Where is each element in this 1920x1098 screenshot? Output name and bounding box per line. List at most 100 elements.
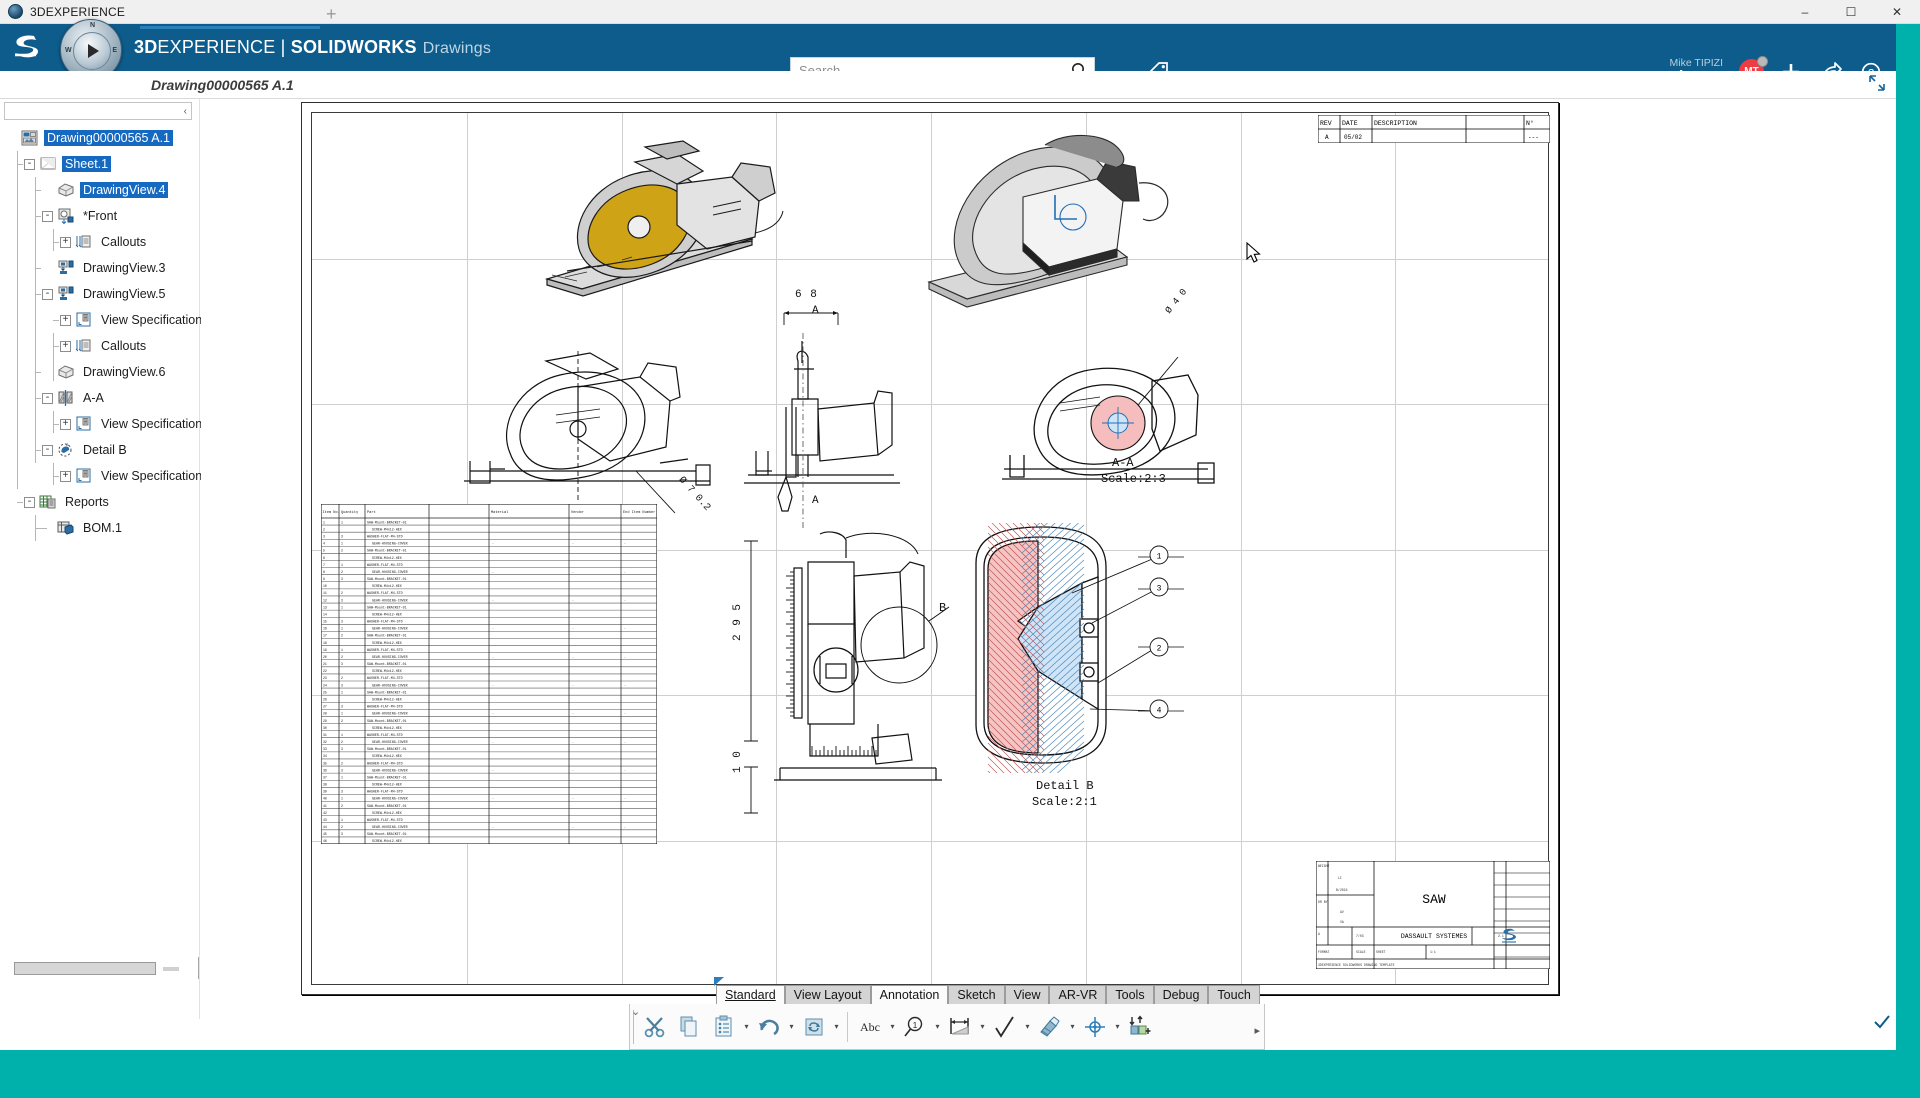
- minimize-button[interactable]: –: [1782, 0, 1828, 24]
- tree-expand-toggle[interactable]: +: [60, 314, 71, 326]
- 3dexperience-compass[interactable]: N S W E: [52, 19, 128, 81]
- tree-hscroll-right[interactable]: [163, 967, 179, 971]
- hatch-fill-button[interactable]: [1033, 1007, 1067, 1047]
- view-3d-icon: [56, 364, 75, 381]
- tree-connector: [35, 177, 36, 463]
- dassault-systemes-logo-icon[interactable]: [0, 24, 52, 71]
- tree-node-sheet-1[interactable]: - Sheet.1: [0, 151, 200, 177]
- bom-cell-part: SCREW-M4x12-HEX: [372, 669, 402, 673]
- tab-drawing00000565[interactable]: Drawing00000565 A.1: [135, 71, 310, 99]
- drawing-view-6-isometric-saw-rear[interactable]: [927, 127, 1172, 327]
- tree-hscroll-thumb[interactable]: [14, 962, 156, 975]
- tree-node-a-a[interactable]: - A-A: [0, 385, 200, 411]
- title-block[interactable]: SAW DASSAULT SYSTEMES WEIGHT LI B/2024 D…: [1316, 861, 1550, 969]
- drawing-canvas[interactable]: REV DATE DESCRIPTION N° A 05/02 --- Ø 7 …: [201, 99, 1896, 999]
- dropdown-arrow-icon[interactable]: ▾: [741, 1007, 752, 1047]
- tree-search-bar[interactable]: ‹: [4, 102, 192, 120]
- command-bar-collapse-icon[interactable]: ⌄: [631, 1005, 640, 1018]
- bom-cell-part: WASHER-FLAT-M4-STD: [367, 591, 403, 595]
- command-tab-label: Annotation: [879, 988, 940, 1002]
- tree-node-view-specification[interactable]: + View Specification: [0, 463, 202, 489]
- command-tab-debug[interactable]: Debug: [1153, 985, 1209, 1004]
- command-tab-label: AR-VR: [1058, 988, 1098, 1002]
- tree-collapse-toggle[interactable]: -: [42, 288, 53, 300]
- tree-node-detail-b[interactable]: - A Detail B: [0, 437, 200, 463]
- bom-cell-item: 30: [323, 726, 327, 730]
- cut-button[interactable]: [639, 1007, 673, 1047]
- maximize-button[interactable]: ☐: [1828, 0, 1874, 24]
- undo-button[interactable]: [752, 1007, 786, 1047]
- bom-cell-extra: -: [492, 712, 494, 716]
- rebuild-button[interactable]: [797, 1007, 831, 1047]
- callouts-icon: [74, 234, 93, 251]
- dropdown-arrow-icon[interactable]: ▾: [1067, 1007, 1078, 1047]
- dropdown-arrow-icon[interactable]: ▾: [1022, 1007, 1033, 1047]
- tree-node-drawing00000565-a-1[interactable]: Drawing00000565 A.1: [0, 125, 200, 151]
- dropdown-arrow-icon[interactable]: ▾: [831, 1007, 842, 1047]
- paste-button[interactable]: [707, 1007, 741, 1047]
- bom-cell-extra: -: [492, 683, 494, 687]
- note-button[interactable]: Abc: [853, 1007, 887, 1047]
- tree-node-drawingview-5[interactable]: - DrawingView.5: [0, 281, 200, 307]
- command-tab-label: Standard: [725, 988, 776, 1002]
- drawing-view-4-isometric-saw[interactable]: [527, 129, 792, 329]
- bom-cell-qty: 3: [341, 620, 343, 624]
- bom-table[interactable]: Item No. Quantity Part Material Vendor End It…: [321, 504, 657, 844]
- tree-node-view-specification[interactable]: + View Specification: [0, 307, 202, 333]
- command-tab-standard[interactable]: Standard: [716, 985, 785, 1004]
- bom-cell-item: 10: [323, 584, 327, 588]
- tree-collapse-toggle[interactable]: -: [24, 496, 35, 508]
- section-view-a-a[interactable]: [1002, 351, 1217, 511]
- tree-node-drawingview-6[interactable]: DrawingView.6: [0, 359, 200, 385]
- tree-expand-toggle[interactable]: +: [60, 418, 71, 430]
- svg-text:WEIGHT: WEIGHT: [1318, 864, 1330, 868]
- svg-text:LI: LI: [1338, 876, 1342, 880]
- command-tab-ar-vr[interactable]: AR-VR: [1049, 985, 1107, 1004]
- balloon-button[interactable]: 1: [898, 1007, 932, 1047]
- command-tab-touch[interactable]: Touch: [1208, 985, 1260, 1004]
- tree-node-bom-1[interactable]: BOM.1: [0, 515, 200, 541]
- command-tab-tools[interactable]: Tools: [1106, 985, 1154, 1004]
- tree-node-reports[interactable]: - Reports: [0, 489, 200, 515]
- tree-expand-toggle[interactable]: +: [60, 236, 71, 248]
- tree-node-drawingview-3[interactable]: DrawingView.3: [0, 255, 200, 281]
- dropdown-arrow-icon[interactable]: ▾: [887, 1007, 898, 1047]
- collapse-expand-icon[interactable]: [1866, 72, 1888, 94]
- brand-separator: |: [280, 37, 286, 57]
- tables-button[interactable]: [1123, 1007, 1157, 1047]
- command-tab-sketch[interactable]: Sketch: [948, 985, 1005, 1004]
- tree-collapse-toggle[interactable]: -: [42, 392, 53, 404]
- tree-node-callouts[interactable]: + Callouts: [0, 333, 200, 359]
- close-button[interactable]: ✕: [1874, 0, 1920, 24]
- drawing-sheet[interactable]: REV DATE DESCRIPTION N° A 05/02 --- Ø 7 …: [301, 102, 1559, 995]
- copy-button[interactable]: [673, 1007, 707, 1047]
- drawing-view-5-side-section[interactable]: [742, 325, 902, 535]
- tree-node-callouts[interactable]: + Callouts: [0, 229, 200, 255]
- dropdown-arrow-icon[interactable]: ▾: [932, 1007, 943, 1047]
- tree-collapse-toggle[interactable]: -: [42, 444, 53, 456]
- tree-collapse-toggle[interactable]: -: [24, 158, 35, 170]
- tree-node-view-specification[interactable]: + View Specification: [0, 411, 202, 437]
- command-tab-view[interactable]: View: [1004, 985, 1050, 1004]
- tree-expand-toggle[interactable]: +: [60, 470, 71, 482]
- new-tab-button[interactable]: +: [326, 4, 337, 25]
- bom-header-cell: Material: [491, 510, 508, 515]
- dropdown-arrow-icon[interactable]: ▾: [1112, 1007, 1123, 1047]
- surface-finish-button[interactable]: [988, 1007, 1022, 1047]
- tree-collapse-icon[interactable]: ‹: [184, 106, 187, 117]
- tree-collapse-toggle[interactable]: -: [42, 210, 53, 222]
- dropdown-arrow-icon[interactable]: ▾: [977, 1007, 988, 1047]
- command-tab-annotation[interactable]: Annotation: [870, 985, 949, 1004]
- center-mark-button[interactable]: [1078, 1007, 1112, 1047]
- dropdown-arrow-icon[interactable]: ▾: [786, 1007, 797, 1047]
- teal-bottom-band: [0, 1050, 1920, 1098]
- smart-dimension-button[interactable]: [943, 1007, 977, 1047]
- tree-expand-toggle[interactable]: +: [60, 340, 71, 352]
- balloon-callouts[interactable]: 1 3 2 4: [1147, 545, 1177, 725]
- bom-cell-item: 18: [323, 641, 327, 645]
- tree-node-drawingview-4[interactable]: DrawingView.4: [0, 177, 200, 203]
- command-tab-view-layout[interactable]: View Layout: [784, 985, 871, 1004]
- command-overflow-button[interactable]: ▸: [1254, 1024, 1260, 1037]
- drawing-view-3-front[interactable]: [460, 343, 720, 523]
- tree-node-front[interactable]: - *Front: [0, 203, 200, 229]
